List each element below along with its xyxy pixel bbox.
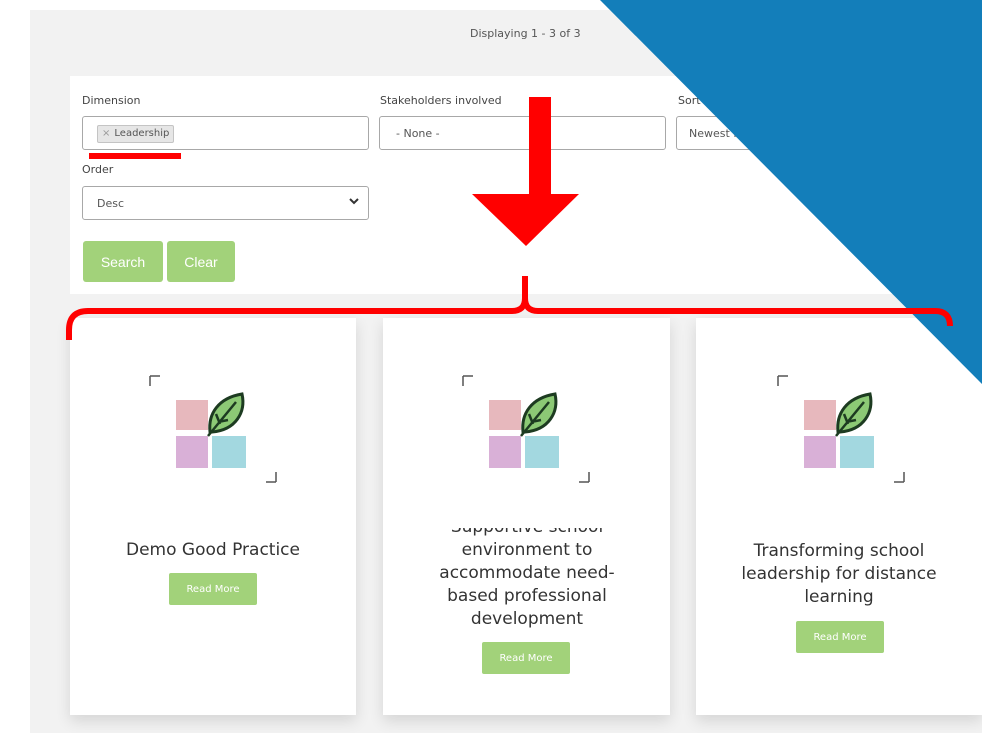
sort-value: Newest first <box>689 127 755 140</box>
dimension-tag-label: Leadership <box>114 128 170 139</box>
read-more-button[interactable]: Read More <box>169 573 257 605</box>
clear-button[interactable]: Clear <box>167 241 235 282</box>
card-title-clip: Supportive school environment to accommo… <box>418 528 636 633</box>
leaf-squares-logo <box>777 375 905 483</box>
dimension-tag[interactable]: × Leadership <box>97 125 175 143</box>
order-select[interactable]: Desc <box>82 186 369 220</box>
card-title: Transforming school leadership for dista… <box>741 541 937 607</box>
read-more-button[interactable]: Read More <box>482 642 570 674</box>
order-label: Order <box>82 163 114 176</box>
stakeholders-select[interactable]: - None - <box>379 116 666 150</box>
leaf-squares-logo <box>149 375 277 483</box>
stakeholders-value: - None - <box>396 127 440 140</box>
stakeholders-label: Stakeholders involved <box>380 94 502 107</box>
search-button[interactable]: Search <box>83 241 163 282</box>
chevron-down-icon <box>348 195 360 211</box>
read-more-button[interactable]: Read More <box>796 621 884 653</box>
sort-select[interactable]: Newest first <box>676 116 926 150</box>
card-title: Supportive school environment to accommo… <box>439 528 615 629</box>
dimension-label: Dimension <box>82 94 141 107</box>
order-value: Desc <box>97 197 125 210</box>
leaf-squares-logo <box>462 375 590 483</box>
results-count: Displaying 1 - 3 of 3 <box>470 27 581 40</box>
card-title: Demo Good Practice <box>126 540 300 560</box>
sort-label: Sort by <box>678 94 718 107</box>
tag-remove-icon[interactable]: × <box>102 128 110 139</box>
dimension-field[interactable]: × Leadership <box>82 116 369 150</box>
